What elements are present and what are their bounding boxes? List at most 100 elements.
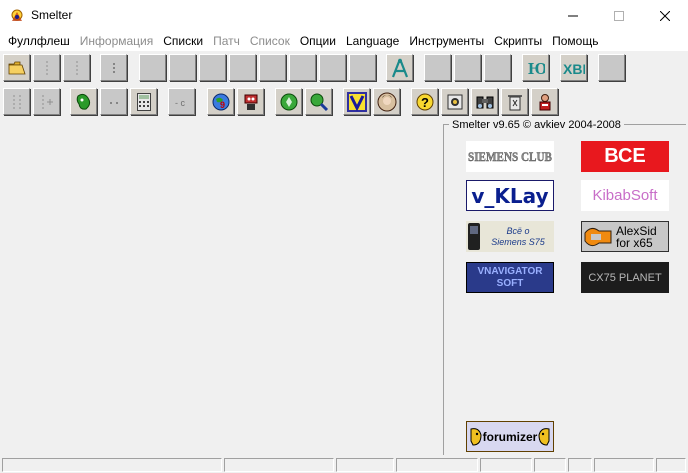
- main-workspace: [0, 118, 443, 455]
- menu-fullflash[interactable]: Фуллфлеш: [3, 34, 75, 48]
- help-button[interactable]: ?: [411, 88, 438, 115]
- calculator-icon: [136, 92, 151, 111]
- toolbar-button-8[interactable]: [229, 54, 256, 81]
- portrait-icon: [377, 92, 396, 111]
- globe-button[interactable]: 9: [207, 88, 234, 115]
- toolbar-button-2[interactable]: [33, 54, 60, 81]
- globe-icon: 9: [212, 93, 229, 110]
- status-cell-3: [336, 458, 394, 472]
- toolbar-button-7[interactable]: [199, 54, 226, 81]
- vklay-logo-text: v_KLay: [471, 183, 549, 208]
- plus-icon: [42, 94, 53, 109]
- menu-list[interactable]: Список: [245, 34, 295, 48]
- menu-patch[interactable]: Патч: [208, 34, 245, 48]
- toolbar-button-9[interactable]: [259, 54, 286, 81]
- svg-text:?: ?: [421, 95, 429, 110]
- menu-options[interactable]: Опции: [295, 34, 341, 48]
- xbi-icon: XBI: [563, 61, 585, 77]
- alexsid-link[interactable]: AlexSid for x65: [581, 221, 669, 252]
- calculator-button[interactable]: [130, 88, 157, 115]
- open-folder-icon: [8, 61, 26, 74]
- menu-tools[interactable]: Инструменты: [404, 34, 489, 48]
- toolbar-button-6[interactable]: [169, 54, 196, 81]
- maximize-icon: [614, 10, 624, 21]
- toolbar-button-10[interactable]: [289, 54, 316, 81]
- green-search-button[interactable]: [305, 88, 332, 115]
- cx75-planet-link[interactable]: CX75 PLANET: [581, 262, 669, 293]
- toolbar2-button-6[interactable]: - c: [168, 88, 195, 115]
- vse-link[interactable]: ВСЕ: [581, 141, 669, 172]
- siemens-club-logo-text: SIEMENS CLUB: [468, 149, 552, 164]
- cx75-planet-logo-text: CX75 PLANET: [588, 271, 662, 284]
- kibabsoft-link[interactable]: KibabSoft: [581, 180, 669, 211]
- trash-button[interactable]: [501, 88, 528, 115]
- hand-sun-icon: [11, 9, 23, 21]
- menu-information[interactable]: Информация: [75, 34, 158, 48]
- xbi-button[interactable]: XBI: [560, 54, 587, 81]
- binoculars-button[interactable]: [471, 88, 498, 115]
- status-cell-8: [594, 458, 654, 472]
- kibabsoft-logo-text: KibabSoft: [592, 187, 658, 204]
- menu-lists[interactable]: Списки: [158, 34, 208, 48]
- green-circle-icon: [280, 93, 297, 110]
- toolbar-button-14[interactable]: [424, 54, 451, 81]
- toolbar-button-19[interactable]: [598, 54, 625, 81]
- close-button[interactable]: [642, 0, 688, 31]
- green-search-icon: [310, 93, 328, 111]
- siemens-s75-link[interactable]: Всё о Siemens S75: [466, 221, 554, 252]
- open-folder-button[interactable]: [3, 54, 30, 81]
- bug-button[interactable]: [70, 88, 97, 115]
- s75-phone-icon: [468, 223, 480, 250]
- green-circle-button[interactable]: [275, 88, 302, 115]
- compass-icon: [391, 58, 408, 77]
- vnavigator-link[interactable]: VNAVIGATOR SOFT: [466, 262, 554, 293]
- toolbar-button-4[interactable]: [100, 54, 127, 81]
- separator-icon: [76, 60, 77, 75]
- binoculars-icon: [476, 96, 493, 108]
- status-cell-5: [480, 458, 532, 472]
- portrait-button[interactable]: [373, 88, 400, 115]
- toolbar2-button-1[interactable]: [3, 88, 30, 115]
- v-key-button[interactable]: [343, 88, 370, 115]
- vklay-link[interactable]: v_KLay: [466, 180, 554, 211]
- forumizer-link[interactable]: forumizer: [466, 421, 554, 452]
- menu-language[interactable]: Language: [341, 34, 404, 48]
- maximize-button[interactable]: [596, 0, 642, 31]
- v-key-icon: [346, 91, 367, 112]
- alexsid-logo-text: AlexSid for x65: [616, 223, 657, 250]
- toolbar-button-5[interactable]: [139, 54, 166, 81]
- menu-scripts[interactable]: Скрипты: [489, 34, 547, 48]
- vnavigator-logo-text: VNAVIGATOR SOFT: [477, 265, 543, 289]
- siemens-s75-logo-text: Всё о Siemens S75: [491, 225, 545, 247]
- toolbar-button-15[interactable]: [454, 54, 481, 81]
- menu-help[interactable]: Помощь: [547, 34, 603, 48]
- toolbar-button-3[interactable]: [63, 54, 90, 81]
- toolbar-secondary: - c 9 ?: [0, 86, 688, 118]
- svg-text:XBI: XBI: [563, 61, 585, 77]
- robot-button[interactable]: [237, 88, 264, 115]
- person-button[interactable]: [531, 88, 558, 115]
- minimize-button[interactable]: [550, 0, 596, 31]
- dots-icon: [112, 62, 115, 73]
- forumizer-logo-text: forumizer: [482, 429, 538, 444]
- toolbar-main: Ю XBI: [0, 52, 688, 84]
- dots-small-icon: [109, 101, 118, 104]
- toolbar2-button-4[interactable]: [100, 88, 127, 115]
- dash-c-icon: - c: [175, 98, 185, 107]
- ju-button[interactable]: Ю: [522, 54, 549, 81]
- compass-button[interactable]: [386, 54, 413, 81]
- status-cell-2: [224, 458, 334, 472]
- forumizer-face-right-icon: [538, 428, 550, 446]
- chip-button[interactable]: [441, 88, 468, 115]
- toolbar-button-11[interactable]: [319, 54, 346, 81]
- siemens-club-link[interactable]: SIEMENS CLUB: [466, 141, 554, 172]
- trash-icon: [507, 94, 522, 110]
- toolbar-button-16[interactable]: [484, 54, 511, 81]
- toolbar-button-12[interactable]: [349, 54, 376, 81]
- separator-icon: [46, 60, 47, 75]
- window-title: Smelter: [31, 8, 73, 22]
- toolbar2-button-2[interactable]: [33, 88, 60, 115]
- svg-text:- c: - c: [175, 98, 185, 107]
- svg-text:Ю: Ю: [528, 59, 545, 78]
- svg-text:9: 9: [220, 100, 225, 110]
